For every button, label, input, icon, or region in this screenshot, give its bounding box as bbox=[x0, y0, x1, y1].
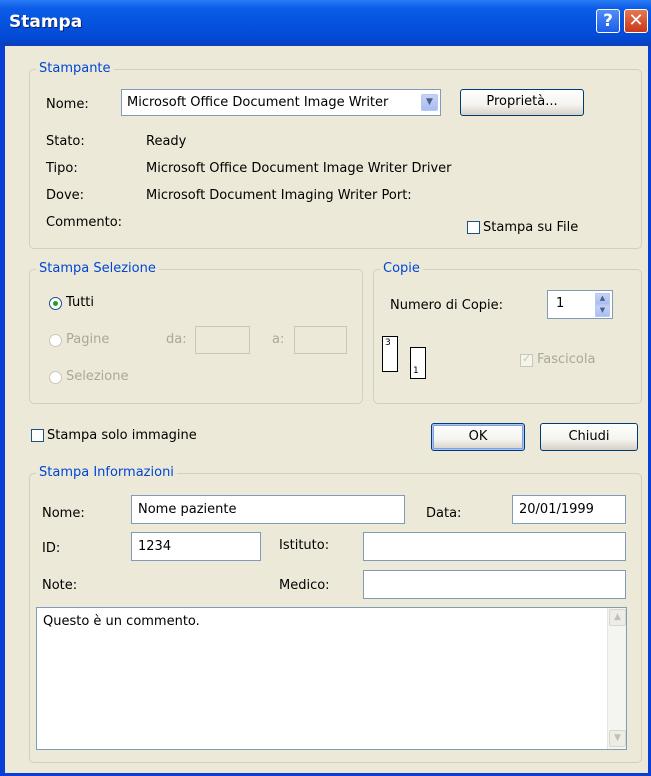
to-input[interactable] bbox=[294, 326, 347, 354]
window-title: Stampa bbox=[9, 12, 83, 32]
from-label: da: bbox=[166, 332, 187, 347]
type-value: Microsoft Office Document Image Writer D… bbox=[146, 161, 452, 176]
collate-checkbox[interactable]: ✓ bbox=[520, 352, 533, 367]
print-range-group: Stampa Selezione Tutti Pagine da: a: Sel… bbox=[29, 261, 363, 404]
radio-all-dot bbox=[53, 301, 58, 306]
radio-selection[interactable] bbox=[49, 371, 62, 384]
comment-scrollbar[interactable]: ▲ ▼ bbox=[607, 608, 626, 749]
copies-count-label: Numero di Copie: bbox=[390, 298, 504, 313]
date-label: Data: bbox=[426, 506, 462, 521]
copies-legend: Copie bbox=[380, 261, 423, 276]
radio-all[interactable] bbox=[49, 297, 62, 310]
close-icon[interactable]: ✕ bbox=[624, 9, 648, 33]
chevron-down-icon[interactable]: ▼ bbox=[421, 94, 438, 111]
doctor-input[interactable] bbox=[363, 570, 626, 599]
print-range-legend: Stampa Selezione bbox=[36, 261, 159, 276]
patient-name-label: Nome: bbox=[42, 506, 85, 521]
institute-input[interactable] bbox=[363, 532, 626, 561]
print-to-file-checkbox[interactable] bbox=[467, 221, 480, 234]
copies-count-value: 1 bbox=[556, 296, 565, 311]
printer-select[interactable]: Microsoft Office Document Image Writer bbox=[121, 89, 441, 116]
print-dialog: Stampa ? ✕ Stampante Nome: Microsoft Off… bbox=[0, 0, 651, 776]
status-value: Ready bbox=[146, 134, 187, 149]
spin-up-icon[interactable]: ▲ bbox=[595, 293, 610, 305]
print-to-file-label[interactable]: Stampa su File bbox=[483, 220, 578, 235]
where-label: Dove: bbox=[46, 188, 85, 203]
radio-all-label[interactable]: Tutti bbox=[66, 295, 94, 310]
properties-button[interactable]: Proprietà... bbox=[460, 89, 584, 116]
image-only-label[interactable]: Stampa solo immagine bbox=[47, 428, 197, 443]
ok-button[interactable]: OK bbox=[431, 423, 525, 451]
check-icon: ✓ bbox=[522, 352, 532, 365]
collate-page-front: 1 bbox=[410, 347, 426, 379]
radio-pages[interactable] bbox=[49, 334, 62, 347]
institute-label: Istituto: bbox=[279, 538, 330, 553]
title-bar[interactable]: Stampa ? ✕ bbox=[0, 0, 651, 46]
help-icon[interactable]: ? bbox=[596, 9, 620, 33]
spin-down-icon[interactable]: ▼ bbox=[595, 305, 610, 317]
notes-label: Note: bbox=[42, 578, 78, 593]
printer-select-value: Microsoft Office Document Image Writer bbox=[127, 95, 389, 110]
close-button[interactable]: Chiudi bbox=[540, 423, 638, 451]
scroll-down-icon[interactable]: ▼ bbox=[609, 730, 626, 747]
comment-label: Commento: bbox=[46, 215, 123, 230]
where-value: Microsoft Document Imaging Writer Port: bbox=[146, 188, 412, 203]
radio-selection-label[interactable]: Selezione bbox=[66, 369, 129, 384]
from-input[interactable] bbox=[195, 326, 250, 354]
scroll-up-icon[interactable]: ▲ bbox=[609, 609, 626, 626]
collate-page-back: 3 bbox=[382, 336, 398, 372]
print-info-legend: Stampa Informazioni bbox=[36, 465, 177, 480]
printer-group: Stampante Nome: Microsoft Office Documen… bbox=[29, 61, 642, 249]
radio-pages-label[interactable]: Pagine bbox=[66, 332, 109, 347]
doctor-label: Medico: bbox=[279, 578, 330, 593]
dialog-body: Stampante Nome: Microsoft Office Documen… bbox=[5, 46, 648, 773]
image-only-checkbox[interactable] bbox=[31, 429, 44, 442]
id-label: ID: bbox=[42, 541, 61, 556]
to-label: a: bbox=[272, 332, 285, 347]
date-input[interactable]: 20/01/1999 bbox=[512, 495, 626, 524]
collate-icon: 3 1 bbox=[380, 336, 430, 381]
patient-name-input[interactable]: Nome paziente bbox=[131, 495, 405, 524]
collate-label[interactable]: Fascicola bbox=[537, 352, 595, 367]
type-label: Tipo: bbox=[46, 161, 78, 176]
comment-text: Questo è un commento. bbox=[43, 614, 200, 629]
printer-name-label: Nome: bbox=[46, 97, 89, 112]
id-input[interactable]: 1234 bbox=[131, 532, 261, 561]
printer-legend: Stampante bbox=[36, 61, 114, 76]
comment-textarea[interactable]: Questo è un commento. bbox=[36, 607, 627, 750]
print-info-group: Stampa Informazioni Nome: Nome paziente … bbox=[29, 465, 642, 763]
status-label: Stato: bbox=[46, 134, 85, 149]
copies-group: Copie Numero di Copie: 1 ▲ ▼ 3 1 ✓ Fasci… bbox=[373, 261, 642, 404]
